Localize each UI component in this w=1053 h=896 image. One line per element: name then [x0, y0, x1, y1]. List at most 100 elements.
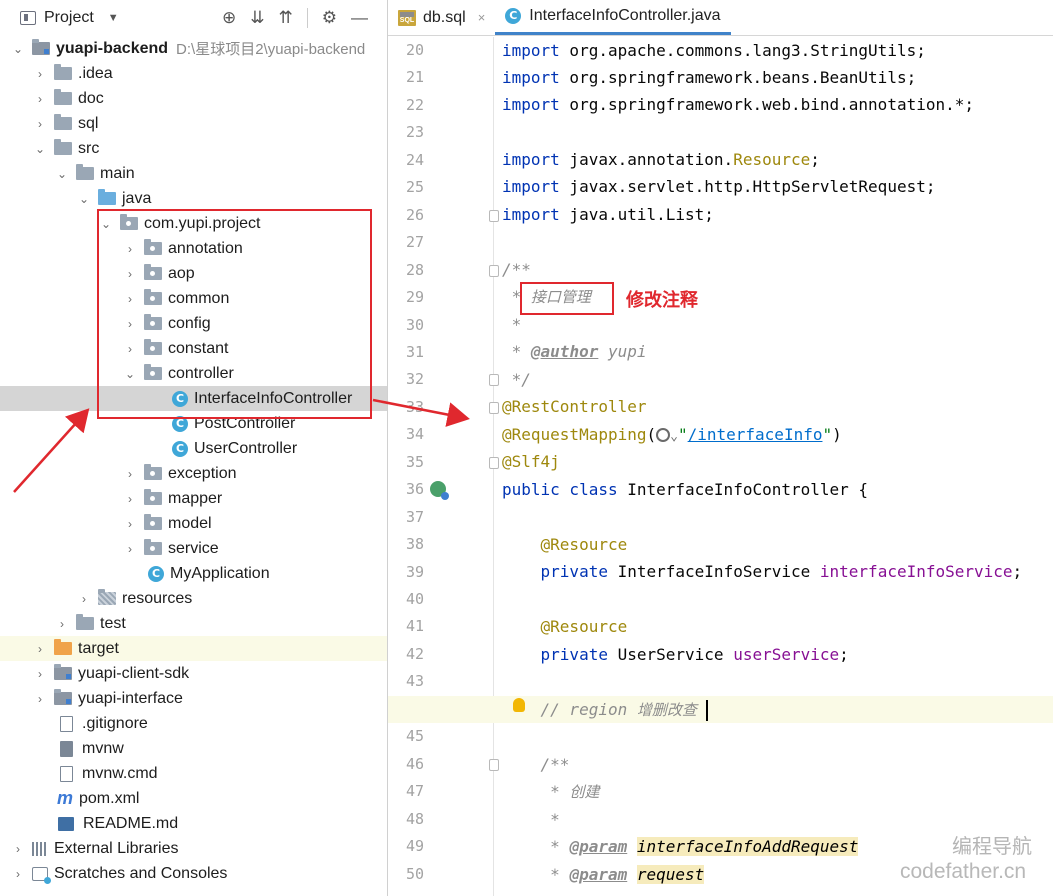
- tree-item-test[interactable]: › test: [0, 611, 387, 636]
- chevron-right-icon[interactable]: ›: [34, 667, 46, 681]
- tree-item-src[interactable]: ⌄ src: [0, 136, 387, 161]
- chevron-right-icon[interactable]: ›: [78, 592, 90, 606]
- tree-item-resources[interactable]: › resources: [0, 586, 387, 611]
- tree-item-interface[interactable]: › yuapi-interface: [0, 686, 387, 711]
- chevron-down-icon[interactable]: ▼: [108, 12, 119, 24]
- line-number: 36: [405, 480, 424, 498]
- chevron-right-icon[interactable]: ›: [124, 542, 136, 556]
- expand-all-icon[interactable]: ⇊: [250, 8, 264, 28]
- gear-icon[interactable]: ⚙: [322, 8, 337, 28]
- file-icon: [60, 715, 73, 732]
- tree-item-pom[interactable]: m pom.xml: [0, 786, 387, 811]
- tree-item-mvnw-cmd[interactable]: mvnw.cmd: [0, 761, 387, 786]
- request-mapping-link[interactable]: /interfaceInfo: [688, 425, 823, 444]
- maven-icon: m: [57, 788, 74, 808]
- tree-item-usercontroller[interactable]: C UserController: [0, 436, 387, 461]
- chevron-down-icon[interactable]: ⌄: [34, 142, 46, 156]
- tree-item-exception[interactable]: › exception: [0, 461, 387, 486]
- tree-item-readme[interactable]: README.md: [0, 811, 387, 836]
- tree-item-doc[interactable]: › doc: [0, 86, 387, 111]
- fold-marker-icon[interactable]: [489, 265, 499, 277]
- collapse-all-icon[interactable]: ⇈: [279, 8, 293, 28]
- globe-icon[interactable]: [656, 428, 671, 442]
- tree-item-root[interactable]: ⌄ yuapi-backend D:\星球项目2\yuapi-backend: [0, 36, 387, 61]
- chevron-down-icon[interactable]: ⌄: [12, 42, 24, 56]
- tab-db-sql[interactable]: SQL db.sql ×: [388, 0, 495, 35]
- tree-item-service[interactable]: › service: [0, 536, 387, 561]
- code-line[interactable]: /**: [502, 256, 1053, 283]
- tree-item-java[interactable]: ⌄ java: [0, 186, 387, 211]
- code-line[interactable]: private InterfaceInfoService interfaceIn…: [502, 558, 1053, 585]
- tab-label: db.sql: [423, 8, 466, 26]
- tree-item-scratches[interactable]: › Scratches and Consoles: [0, 861, 387, 886]
- code-line[interactable]: */: [502, 366, 1053, 393]
- tree-item-label: main: [100, 164, 135, 182]
- tree-item-idea[interactable]: › .idea: [0, 61, 387, 86]
- code-line[interactable]: @Resource: [502, 531, 1053, 558]
- lightbulb-icon[interactable]: [513, 698, 525, 712]
- tree-item-sql[interactable]: › sql: [0, 111, 387, 136]
- tree-item-gitignore[interactable]: .gitignore: [0, 711, 387, 736]
- project-panel-header[interactable]: Project ▼ ⊕ ⇊ ⇈ ⚙ —: [0, 0, 387, 36]
- tree-item-label: .idea: [78, 64, 113, 82]
- code-line[interactable]: /**: [502, 751, 1053, 778]
- code-line[interactable]: import javax.servlet.http.HttpServletReq…: [502, 173, 1053, 200]
- chevron-right-icon[interactable]: ›: [124, 467, 136, 481]
- code-line[interactable]: @RestController: [502, 393, 1053, 420]
- project-view-icon: [20, 11, 36, 25]
- line-number-gutter[interactable]: 20 21 22 23 24 25 26 27 28 29 30 31 32 33 34 35 36 37 38 39…: [388, 37, 499, 896]
- tree-item-myapplication[interactable]: C MyApplication: [0, 561, 387, 586]
- tree-item-label: yuapi-interface: [78, 689, 183, 707]
- chevron-right-icon[interactable]: ›: [124, 517, 136, 531]
- close-icon[interactable]: ×: [478, 10, 486, 25]
- code-line[interactable]: // region 增删改查: [502, 696, 1053, 723]
- code-line[interactable]: import org.apache.commons.lang3.StringUt…: [502, 37, 1053, 64]
- project-view-title[interactable]: Project: [44, 9, 94, 27]
- chevron-right-icon[interactable]: ›: [34, 642, 46, 656]
- line-number: 49: [405, 837, 424, 855]
- code-line[interactable]: * 创建: [502, 778, 1053, 805]
- chevron-right-icon[interactable]: ›: [34, 67, 46, 81]
- code-line[interactable]: *: [502, 311, 1053, 338]
- minimize-icon[interactable]: —: [351, 8, 368, 28]
- fold-marker-icon[interactable]: [489, 374, 499, 386]
- tree-item-main[interactable]: ⌄ main: [0, 161, 387, 186]
- tree-item-mvnw[interactable]: mvnw: [0, 736, 387, 761]
- chevron-right-icon[interactable]: ›: [56, 617, 68, 631]
- code-line[interactable]: *: [502, 806, 1053, 833]
- line-number: 33: [405, 398, 424, 416]
- code-line[interactable]: @Resource: [502, 613, 1053, 640]
- excluded-folder-icon: [54, 639, 72, 655]
- tree-item-mapper[interactable]: › mapper: [0, 486, 387, 511]
- crosshair-icon[interactable]: ⊕: [222, 8, 236, 28]
- fold-marker-icon[interactable]: [489, 759, 499, 771]
- line-number: 42: [405, 645, 424, 663]
- code-line[interactable]: import org.springframework.beans.BeanUti…: [502, 64, 1053, 91]
- code-line[interactable]: * @author yupi: [502, 338, 1053, 365]
- code-line[interactable]: import org.springframework.web.bind.anno…: [502, 91, 1053, 118]
- tree-item-model[interactable]: › model: [0, 511, 387, 536]
- chevron-right-icon[interactable]: ›: [34, 117, 46, 131]
- fold-marker-icon[interactable]: [489, 210, 499, 222]
- fold-marker-icon[interactable]: [489, 457, 499, 469]
- code-line[interactable]: @Slf4j: [502, 448, 1053, 475]
- chevron-down-icon[interactable]: ⌄: [56, 167, 68, 181]
- chevron-right-icon[interactable]: ›: [34, 92, 46, 106]
- chevron-right-icon[interactable]: ›: [34, 692, 46, 706]
- tree-item-client-sdk[interactable]: › yuapi-client-sdk: [0, 661, 387, 686]
- tree-item-target[interactable]: › target: [0, 636, 387, 661]
- code-line[interactable]: private UserService userService;: [502, 641, 1053, 668]
- code-line[interactable]: public class InterfaceInfoController {: [502, 476, 1053, 503]
- code-line[interactable]: import java.util.List;: [502, 201, 1053, 228]
- chevron-right-icon[interactable]: ›: [124, 492, 136, 506]
- fold-marker-icon[interactable]: [489, 402, 499, 414]
- tab-interfaceinfocontroller[interactable]: C InterfaceInfoController.java: [495, 0, 731, 35]
- tree-item-external-libraries[interactable]: › External Libraries: [0, 836, 387, 861]
- code-line[interactable]: @RequestMapping(⌄"/interfaceInfo"): [502, 421, 1053, 448]
- spring-bean-gutter-icon[interactable]: [430, 481, 449, 500]
- chevron-right-icon[interactable]: ›: [12, 842, 24, 856]
- chevron-right-icon[interactable]: ›: [12, 867, 24, 881]
- chevron-down-icon[interactable]: ⌄: [78, 192, 90, 206]
- code-line[interactable]: import javax.annotation.Resource;: [502, 146, 1053, 173]
- chevron-down-icon[interactable]: ⌄: [670, 429, 678, 444]
